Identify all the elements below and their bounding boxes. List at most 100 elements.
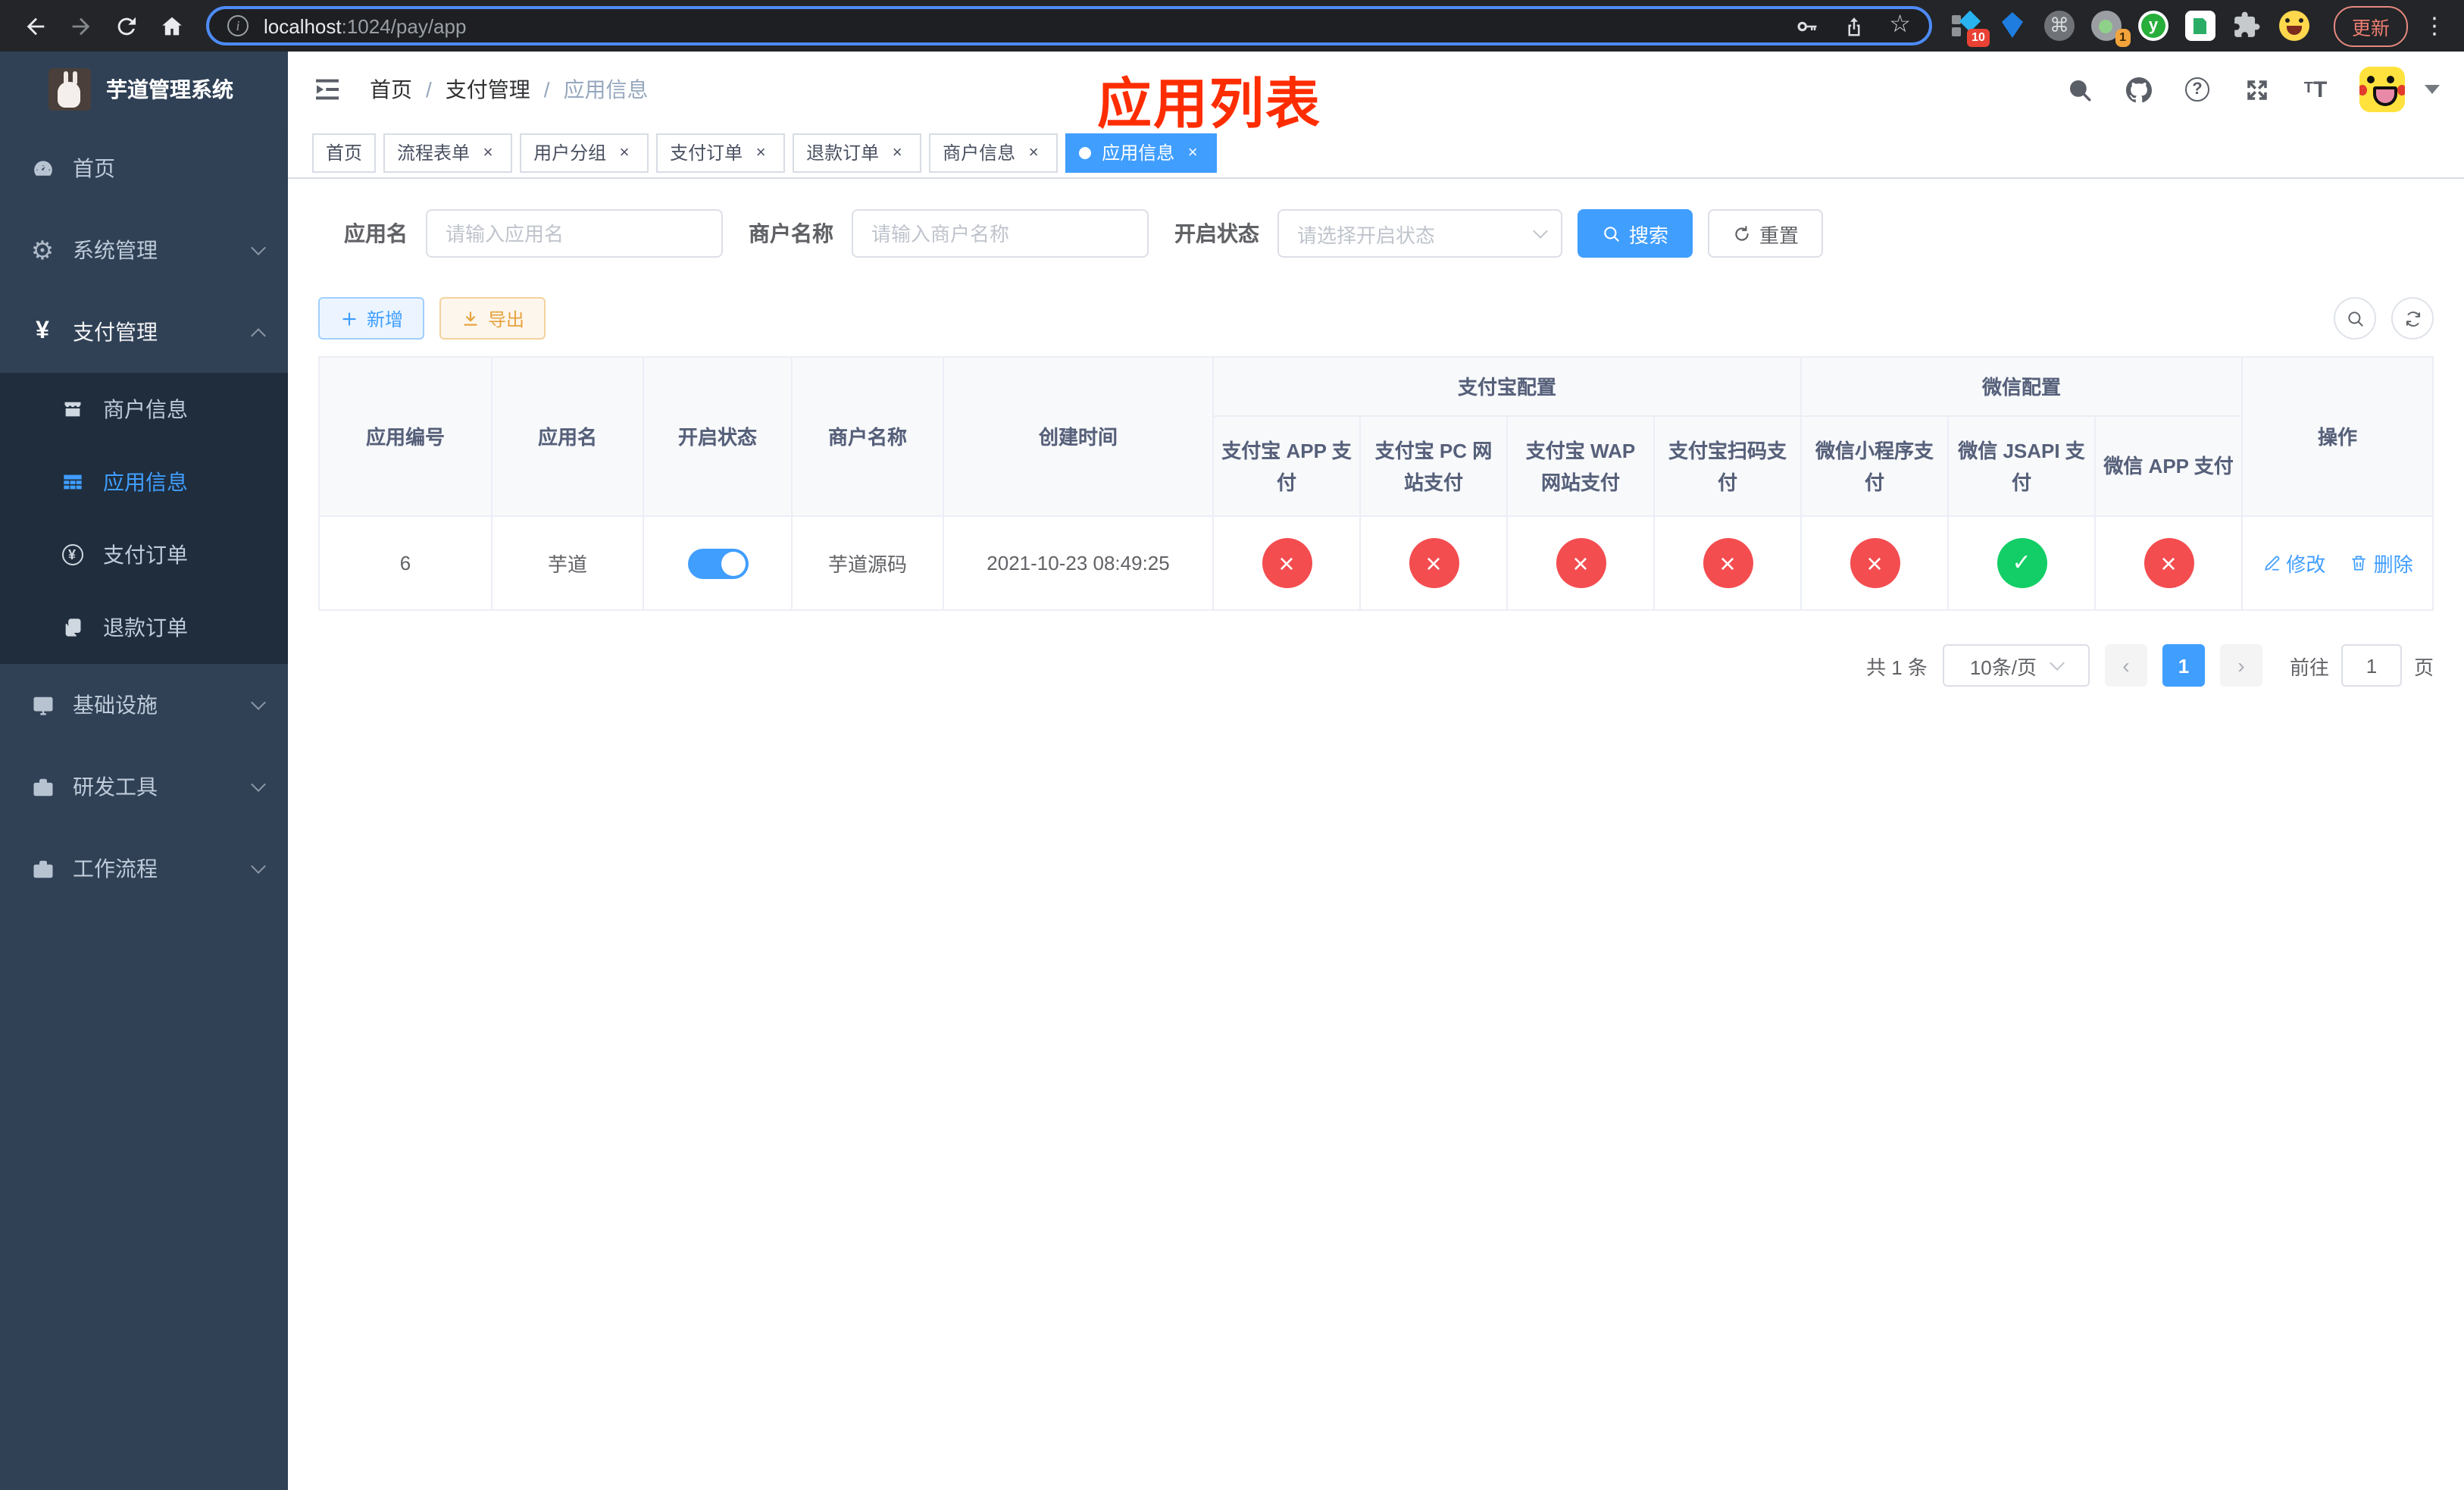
status-label: 开启状态 [1174,221,1259,246]
avatar-caret-icon[interactable] [2425,85,2440,94]
toggle-search-button[interactable] [2334,297,2376,340]
tab-refund-order[interactable]: 退款订单 × [793,133,922,172]
prev-page-button[interactable]: ‹ [2104,644,2147,687]
browser-reload-icon[interactable] [106,6,145,45]
bookmark-star-icon[interactable]: ☆ [1889,13,1911,38]
extension-badge: 1 [2115,29,2131,47]
fullscreen-icon[interactable] [2241,74,2272,105]
reset-button[interactable]: 重置 [1708,209,1824,258]
add-button[interactable]: 新增 [318,297,425,340]
extension-recorder-icon[interactable]: 1 [2090,11,2131,47]
extension-balloon-icon[interactable] [1997,11,2028,41]
goto-page-input[interactable] [2340,644,2402,687]
sidebar-item-workflow[interactable]: 工作流程 [0,828,288,909]
sidebar-item-label: 基础设施 [73,693,158,717]
edit-link[interactable]: 修改 [2262,549,2325,578]
cell-merchant-name: 芋道源码 [791,515,944,611]
export-button[interactable]: 导出 [439,297,546,340]
wechat-mini-status-icon [1850,538,1900,588]
shop-icon [61,398,83,421]
close-icon[interactable]: × [614,142,635,163]
app-name-label: 应用名 [344,221,408,246]
sidebar-logo[interactable]: 芋道管理系统 [0,52,288,127]
grid-table-icon [61,471,83,493]
tab-merchant-info[interactable]: 商户信息 × [929,133,1058,172]
font-size-icon[interactable]: TT [2300,74,2331,105]
col-alipay-pc: 支付宝 PC 网站支付 [1359,415,1508,517]
user-avatar[interactable] [2359,67,2405,112]
sidebar-item-pay-order[interactable]: ¥ 支付订单 [0,518,288,591]
status-select[interactable]: 请选择开启状态 [1277,209,1562,258]
browser-menu-icon[interactable]: ⋮ [2420,12,2449,39]
breadcrumb-home[interactable]: 首页 [370,74,412,105]
col-alipay-app: 支付宝 APP 支付 [1212,415,1361,517]
next-page-button[interactable]: › [2219,644,2262,687]
site-info-icon[interactable]: i [227,15,249,36]
delete-link[interactable]: 删除 [2350,549,2413,578]
status-toggle[interactable] [687,548,748,578]
url-host[interactable]: localhost [264,14,342,37]
briefcase-icon [30,856,55,881]
alipay-app-status-icon [1262,538,1312,588]
help-icon[interactable]: ? [2182,74,2212,105]
tab-home[interactable]: 首页 [312,133,377,172]
refresh-button[interactable] [2391,297,2434,340]
close-icon[interactable]: × [886,142,908,163]
payment-submenu: 商户信息 应用信息 ¥ 支付订单 退款订单 [0,373,288,664]
table-row: 6 芋道 芋道源码 2021-10-23 08:49:25 × × × × × … [318,515,2434,611]
browser-forward-icon[interactable] [61,6,100,45]
browser-home-icon[interactable] [152,6,191,45]
sidebar-item-label: 工作流程 [73,856,158,881]
tags-view-bar: 首页 流程表单 × 用户分组 × 支付订单 × 退款订单 × 商户信息 × 应用… [288,127,2464,179]
extensions-puzzle-icon[interactable] [2232,11,2262,41]
share-icon[interactable] [1842,14,1865,37]
extension-tabs-icon[interactable]: 10 [1950,10,1990,47]
tab-pay-order[interactable]: 支付订单 × [656,133,786,172]
col-actions: 操作 [2241,356,2434,517]
sidebar-item-devtools[interactable]: 研发工具 [0,746,288,828]
address-bar[interactable]: i localhost:1024/pay/app ☆ [206,6,1932,45]
table-toolbar: 新增 导出 [318,297,2434,340]
browser-back-icon[interactable] [15,6,55,45]
tab-process-form[interactable]: 流程表单 × [383,133,513,172]
col-merchant: 商户名称 [791,356,944,517]
sidebar-item-system[interactable]: ⚙ 系统管理 [0,209,288,291]
browser-update-button[interactable]: 更新 [2333,5,2408,46]
github-icon[interactable] [2123,74,2153,105]
extension-y-icon[interactable] [2137,11,2169,41]
app-name-input[interactable] [426,209,723,258]
sidebar-item-label: 支付管理 [73,320,158,344]
password-key-icon[interactable] [1795,14,1818,37]
extension-doc-icon[interactable] [2184,11,2215,41]
breadcrumb: 首页 / 支付管理 / 应用信息 [370,74,649,105]
merchant-name-input[interactable] [852,209,1149,258]
search-form: 应用名 商户名称 开启状态 请选择开启状态 搜索 重置 [318,209,2434,258]
top-navbar: 首页 / 支付管理 / 应用信息 应用列表 ? T T [288,52,2464,135]
breadcrumb-payment[interactable]: 支付管理 [446,74,530,105]
close-icon[interactable]: × [477,142,499,163]
close-icon[interactable]: × [1023,142,1044,163]
sidebar-item-home[interactable]: 首页 [0,127,288,209]
wechat-app-status-icon [2143,538,2194,588]
sidebar-item-app-info[interactable]: 应用信息 [0,446,288,518]
search-icon[interactable] [2064,74,2094,105]
sidebar-collapse-icon[interactable] [312,73,346,106]
sidebar-item-payment[interactable]: ¥ 支付管理 [0,291,288,373]
url-path[interactable]: :1024/pay/app [342,14,467,37]
profile-avatar-icon[interactable] [2278,11,2309,41]
page-size-select[interactable]: 10条/页 [1942,644,2090,687]
chevron-down-icon [251,859,266,874]
search-button[interactable]: 搜索 [1578,209,1693,258]
close-icon[interactable]: × [750,142,771,163]
page-content: 应用名 商户名称 开启状态 请选择开启状态 搜索 重置 [288,179,2464,1490]
extension-command-icon[interactable]: ⌘ [2043,11,2075,41]
tab-user-group[interactable]: 用户分组 × [520,133,649,172]
close-icon[interactable]: × [1182,142,1203,163]
cell-app-id: 6 [318,515,492,611]
current-page-button[interactable]: 1 [2162,644,2205,687]
merchant-name-label: 商户名称 [749,221,833,246]
sidebar-item-infra[interactable]: 基础设施 [0,664,288,746]
sidebar-item-label: 退款订单 [103,615,188,640]
sidebar-item-refund-order[interactable]: 退款订单 [0,591,288,664]
sidebar-item-merchant-info[interactable]: 商户信息 [0,373,288,446]
